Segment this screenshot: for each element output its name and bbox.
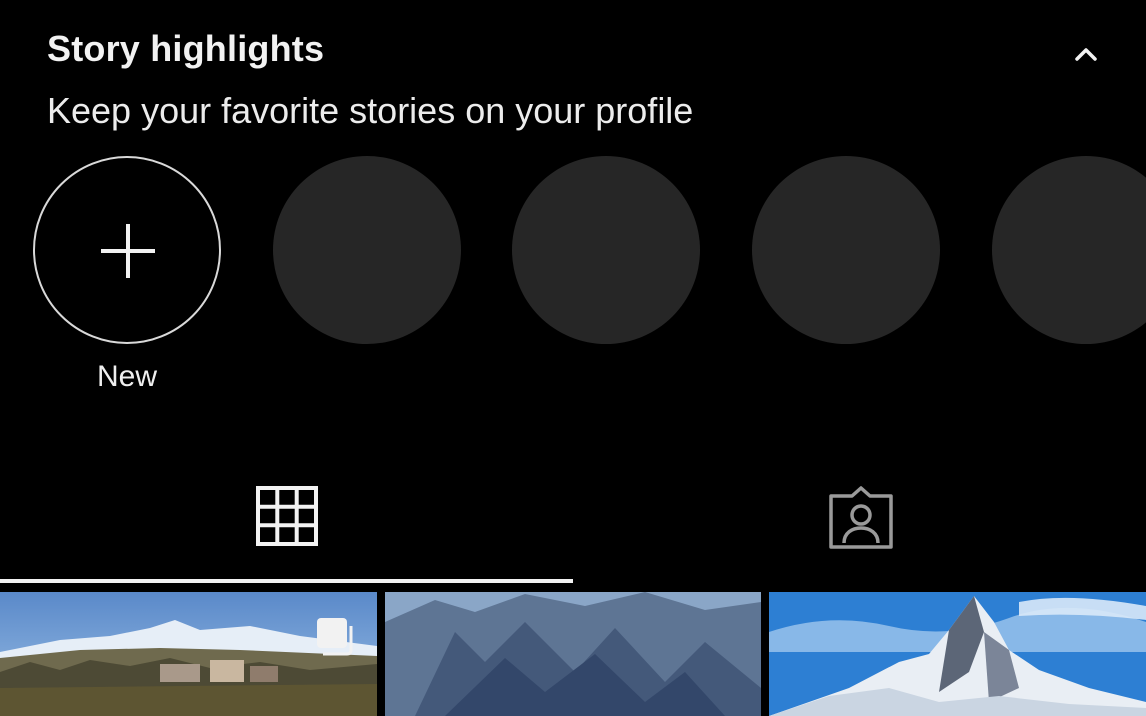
- highlights-row: New: [0, 156, 1146, 416]
- grid-icon: [256, 486, 318, 546]
- highlights-subtitle: Keep your favorite stories on your profi…: [47, 90, 694, 131]
- highlights-title: Story highlights: [47, 28, 325, 69]
- posts-grid: [0, 592, 1146, 716]
- highlight-placeholder: [992, 156, 1146, 344]
- collapse-highlights-button[interactable]: [1066, 34, 1106, 74]
- tagged-person-icon: [829, 486, 893, 549]
- post-thumbnail[interactable]: [385, 592, 761, 716]
- plus-icon: [101, 224, 155, 278]
- profile-tab-bar: [0, 462, 1146, 584]
- selected-tab-indicator: [0, 579, 573, 583]
- highlight-placeholder: [512, 156, 700, 344]
- post-thumbnail[interactable]: [0, 592, 377, 716]
- post-thumbnail[interactable]: [769, 592, 1146, 716]
- tab-tagged[interactable]: [573, 462, 1146, 584]
- highlight-placeholder: [752, 156, 940, 344]
- highlight-placeholder: [273, 156, 461, 344]
- matterhorn-peak-photo: [769, 592, 1146, 716]
- new-highlight-button[interactable]: [33, 156, 221, 344]
- tab-posts-grid[interactable]: [0, 462, 573, 584]
- chevron-up-icon: [1075, 48, 1097, 61]
- new-highlight-label: New: [96, 360, 157, 393]
- rocky-mountain-face-photo: [385, 592, 761, 716]
- story-highlights-header: Story highlights Keep your favorite stor…: [47, 28, 1106, 138]
- multiple-photos-icon: [317, 618, 353, 656]
